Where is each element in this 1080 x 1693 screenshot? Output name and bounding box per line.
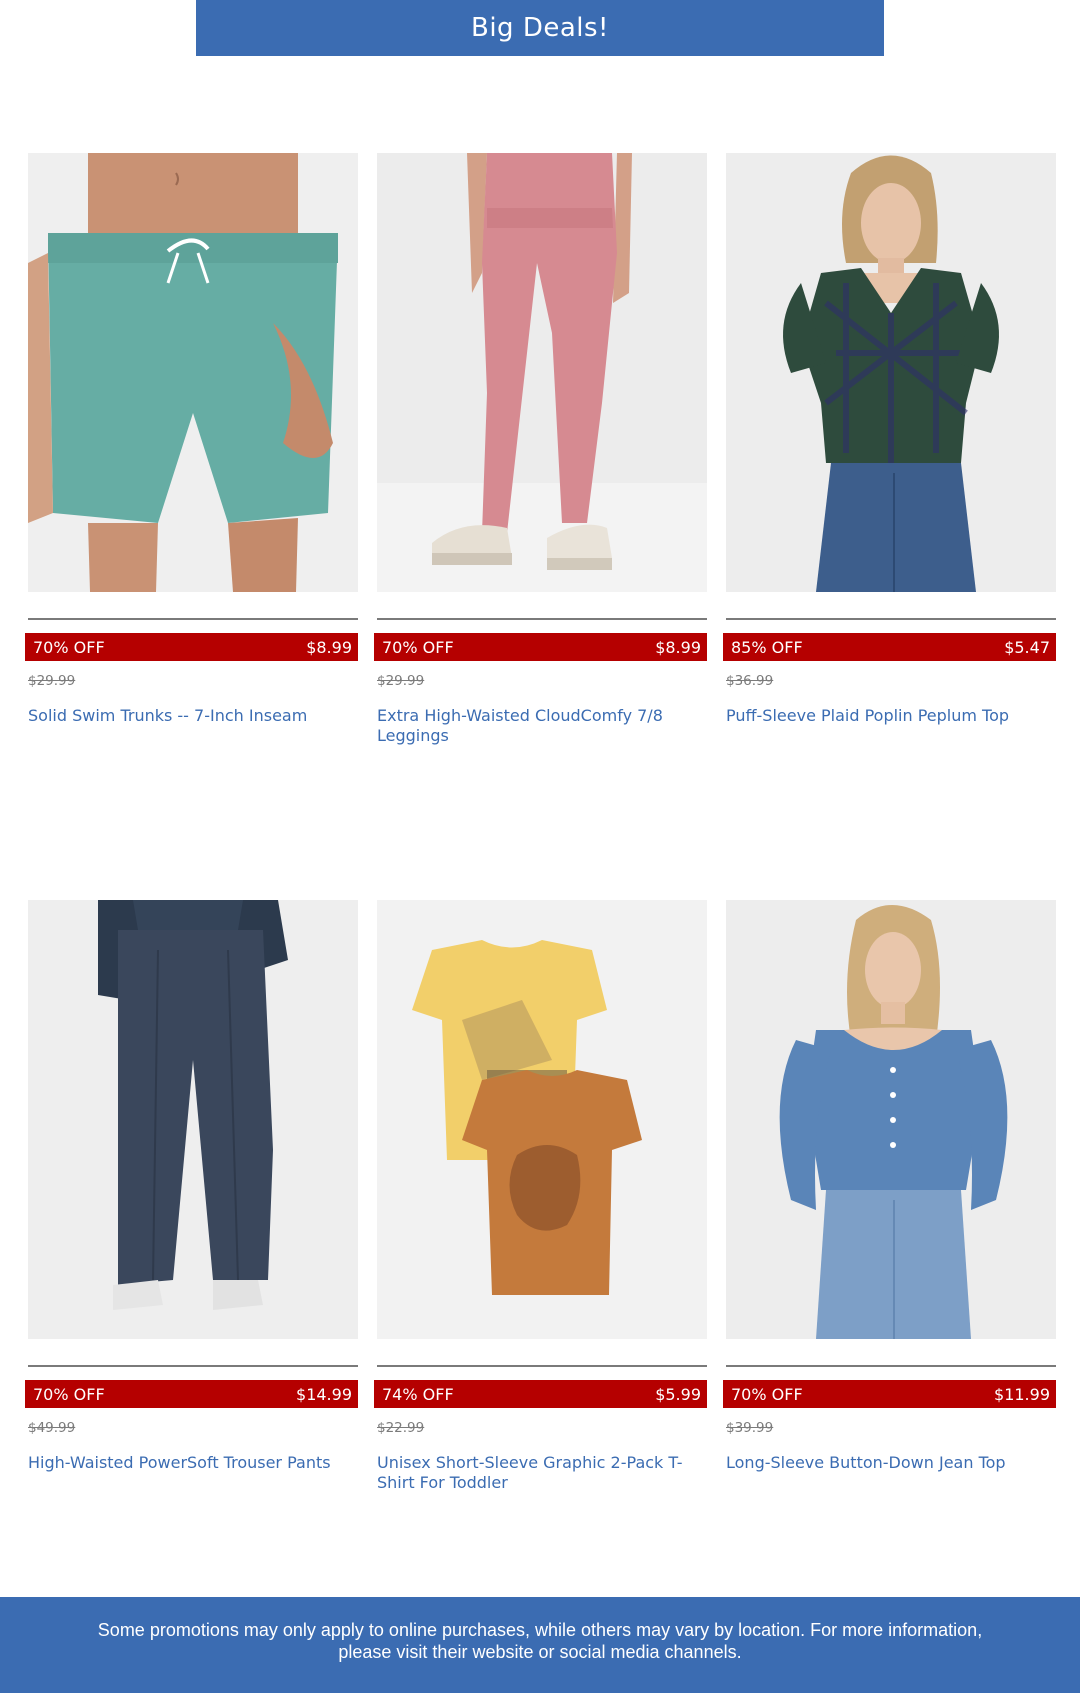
sale-price: $11.99 xyxy=(994,1384,1050,1404)
discount-label: 70% OFF xyxy=(382,637,454,657)
promo-disclaimer-footer: Some promotions may only apply to online… xyxy=(0,1597,1080,1693)
original-price: $36.99 xyxy=(726,673,774,689)
original-price: $39.99 xyxy=(726,1420,774,1436)
big-deals-banner: Big Deals! xyxy=(196,0,884,56)
discount-label: 74% OFF xyxy=(382,1384,454,1404)
product-title-link[interactable]: Unisex Short-Sleeve Graphic 2-Pack T-Shi… xyxy=(377,1453,692,1493)
product-image[interactable] xyxy=(377,900,707,1339)
product-image[interactable] xyxy=(726,900,1056,1339)
product-image[interactable] xyxy=(28,153,358,592)
discount-label: 85% OFF xyxy=(731,637,803,657)
divider xyxy=(726,618,1056,620)
deal-bar: 74% OFF $5.99 xyxy=(374,1380,707,1408)
deal-bar: 70% OFF $11.99 xyxy=(723,1380,1056,1408)
sale-price: $8.99 xyxy=(306,637,352,657)
deal-bar: 70% OFF $8.99 xyxy=(374,633,707,661)
sale-price: $8.99 xyxy=(655,637,701,657)
product-image[interactable] xyxy=(726,153,1056,592)
product-title-link[interactable]: Puff-Sleeve Plaid Poplin Peplum Top xyxy=(726,706,1041,726)
discount-label: 70% OFF xyxy=(731,1384,803,1404)
original-price: $29.99 xyxy=(28,673,76,689)
divider xyxy=(726,1365,1056,1367)
product-title-link[interactable]: Extra High-Waisted CloudComfy 7/8 Leggin… xyxy=(377,706,692,746)
original-price: $22.99 xyxy=(377,1420,425,1436)
discount-label: 70% OFF xyxy=(33,637,105,657)
divider xyxy=(377,618,707,620)
original-price: $29.99 xyxy=(377,673,425,689)
deal-bar: 85% OFF $5.47 xyxy=(723,633,1056,661)
product-title-link[interactable]: High-Waisted PowerSoft Trouser Pants xyxy=(28,1453,343,1473)
disclaimer-text: Some promotions may only apply to online… xyxy=(97,1620,983,1662)
divider xyxy=(28,618,358,620)
product-image[interactable] xyxy=(377,153,707,592)
discount-label: 70% OFF xyxy=(33,1384,105,1404)
original-price: $49.99 xyxy=(28,1420,76,1436)
sale-price: $14.99 xyxy=(296,1384,352,1404)
sale-price: $5.99 xyxy=(655,1384,701,1404)
deal-bar: 70% OFF $8.99 xyxy=(25,633,358,661)
sale-price: $5.47 xyxy=(1004,637,1050,657)
deal-bar: 70% OFF $14.99 xyxy=(25,1380,358,1408)
product-image[interactable] xyxy=(28,900,358,1339)
product-title-link[interactable]: Solid Swim Trunks -- 7-Inch Inseam xyxy=(28,706,343,726)
divider xyxy=(377,1365,707,1367)
product-title-link[interactable]: Long-Sleeve Button-Down Jean Top xyxy=(726,1453,1041,1473)
divider xyxy=(28,1365,358,1367)
